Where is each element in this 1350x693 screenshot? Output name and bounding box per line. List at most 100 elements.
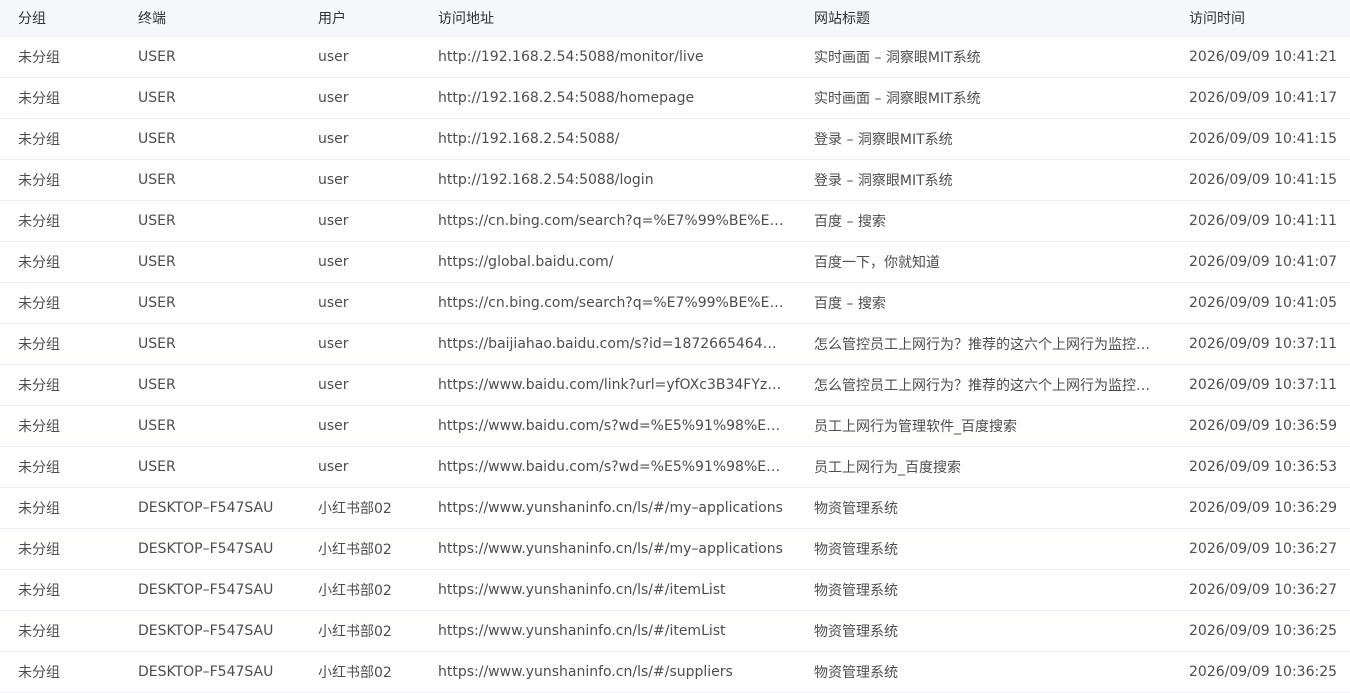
table-row[interactable]: 未分组 DESKTOP–F547SAU 小红书部02 https://www.y… [0, 652, 1350, 693]
table-row[interactable]: 未分组 USER user http://192.168.2.54:5088/l… [0, 160, 1350, 201]
cell-url: http://192.168.2.54:5088/monitor/live [438, 49, 704, 65]
table-row[interactable]: 未分组 USER user https://global.baidu.com/ … [0, 242, 1350, 283]
cell-terminal: USER [138, 172, 176, 188]
table-row[interactable]: 未分组 DESKTOP–F547SAU 小红书部02 https://www.y… [0, 570, 1350, 611]
cell-title: 物资管理系统 [814, 624, 898, 640]
cell-user: user [318, 49, 349, 65]
cell-title: 物资管理系统 [814, 501, 898, 517]
cell-group: 未分组 [18, 91, 60, 107]
cell-terminal: DESKTOP–F547SAU [138, 500, 274, 516]
cell-url: https://www.yunshaninfo.cn/ls/#/itemList [438, 623, 726, 639]
cell-user: user [318, 172, 349, 188]
cell-group: 未分组 [18, 50, 60, 66]
column-header-title[interactable]: 网站标题 [814, 8, 1189, 28]
column-header-time[interactable]: 访问时间 [1189, 8, 1350, 28]
cell-terminal: DESKTOP–F547SAU [138, 623, 274, 639]
cell-title: 怎么管控员工上网行为？推荐的这六个上网行为监控… [814, 378, 1150, 394]
column-header-url[interactable]: 访问地址 [438, 8, 814, 28]
web-access-log-table: 分组 终端 用户 访问地址 网站标题 访问时间 未分组 USER user ht… [0, 0, 1350, 693]
table-row[interactable]: 未分组 DESKTOP–F547SAU 小红书部02 https://www.y… [0, 611, 1350, 652]
cell-terminal: USER [138, 131, 176, 147]
cell-url: https://www.baidu.com/s?wd=%E5%91%98%E5… [438, 459, 790, 475]
cell-terminal: USER [138, 336, 176, 352]
table-row[interactable]: 未分组 DESKTOP–F547SAU 小红书部02 https://www.y… [0, 529, 1350, 570]
cell-user: user [318, 254, 349, 270]
table-row[interactable]: 未分组 USER user http://192.168.2.54:5088/h… [0, 78, 1350, 119]
cell-time: 2026/09/09 10:36:53 [1189, 459, 1338, 475]
cell-title: 百度 – 搜索 [814, 296, 886, 312]
cell-terminal: USER [138, 459, 176, 475]
cell-user: 小红书部02 [318, 583, 392, 599]
cell-url: https://www.yunshaninfo.cn/ls/#/my–appli… [438, 541, 783, 557]
table-row[interactable]: 未分组 USER user https://cn.bing.com/search… [0, 201, 1350, 242]
cell-url: https://www.yunshaninfo.cn/ls/#/my–appli… [438, 500, 783, 516]
cell-url: https://www.yunshaninfo.cn/ls/#/supplier… [438, 664, 733, 680]
table-row[interactable]: 未分组 USER user https://cn.bing.com/search… [0, 283, 1350, 324]
cell-time: 2026/09/09 10:36:29 [1189, 500, 1338, 516]
column-header-terminal[interactable]: 终端 [138, 8, 318, 28]
cell-user: user [318, 418, 349, 434]
table-row[interactable]: 未分组 USER user http://192.168.2.54:5088/ … [0, 119, 1350, 160]
cell-terminal: DESKTOP–F547SAU [138, 541, 274, 557]
cell-title: 物资管理系统 [814, 583, 898, 599]
cell-time: 2026/09/09 10:37:11 [1189, 377, 1338, 393]
cell-url: https://global.baidu.com/ [438, 254, 614, 270]
cell-title: 员工上网行为_百度搜索 [814, 460, 961, 476]
cell-url: https://cn.bing.com/search?q=%E7%99%BE%E… [438, 295, 793, 311]
table-header: 分组 终端 用户 访问地址 网站标题 访问时间 [0, 0, 1350, 37]
cell-time: 2026/09/09 10:36:27 [1189, 582, 1338, 598]
cell-time: 2026/09/09 10:41:17 [1189, 90, 1338, 106]
cell-group: 未分组 [18, 624, 60, 640]
cell-url: https://www.baidu.com/s?wd=%E5%91%98%E5… [438, 418, 790, 434]
cell-time: 2026/09/09 10:41:05 [1189, 295, 1338, 311]
cell-title: 登录 – 洞察眼MIT系统 [814, 132, 953, 148]
cell-url: https://baijiahao.baidu.com/s?id=1872665… [438, 336, 804, 352]
cell-group: 未分组 [18, 132, 60, 148]
column-header-group[interactable]: 分组 [0, 8, 138, 28]
cell-url: https://cn.bing.com/search?q=%E7%99%BE%E… [438, 213, 793, 229]
cell-group: 未分组 [18, 583, 60, 599]
cell-group: 未分组 [18, 214, 60, 230]
cell-time: 2026/09/09 10:36:25 [1189, 623, 1338, 639]
cell-user: 小红书部02 [318, 542, 392, 558]
cell-user: user [318, 336, 349, 352]
cell-time: 2026/09/09 10:41:07 [1189, 254, 1338, 270]
cell-time: 2026/09/09 10:37:11 [1189, 336, 1338, 352]
cell-group: 未分组 [18, 542, 60, 558]
table-row[interactable]: 未分组 USER user https://baijiahao.baidu.co… [0, 324, 1350, 365]
cell-title: 实时画面 – 洞察眼MIT系统 [814, 91, 981, 107]
table-row[interactable]: 未分组 USER user https://www.baidu.com/s?wd… [0, 406, 1350, 447]
cell-user: user [318, 90, 349, 106]
table-row[interactable]: 未分组 DESKTOP–F547SAU 小红书部02 https://www.y… [0, 488, 1350, 529]
cell-user: 小红书部02 [318, 665, 392, 681]
table-row[interactable]: 未分组 USER user http://192.168.2.54:5088/m… [0, 37, 1350, 78]
cell-user: user [318, 131, 349, 147]
cell-title: 怎么管控员工上网行为？推荐的这六个上网行为监控… [814, 337, 1150, 353]
cell-user: 小红书部02 [318, 624, 392, 640]
table-row[interactable]: 未分组 USER user https://www.baidu.com/link… [0, 365, 1350, 406]
cell-time: 2026/09/09 10:41:11 [1189, 213, 1338, 229]
cell-time: 2026/09/09 10:36:59 [1189, 418, 1338, 434]
cell-url: https://www.baidu.com/link?url=yfOXc3B34… [438, 377, 797, 393]
cell-user: user [318, 377, 349, 393]
cell-title: 百度一下，你就知道 [814, 255, 940, 271]
cell-user: 小红书部02 [318, 501, 392, 517]
cell-group: 未分组 [18, 173, 60, 189]
cell-url: https://www.yunshaninfo.cn/ls/#/itemList [438, 582, 726, 598]
cell-terminal: USER [138, 49, 176, 65]
cell-title: 员工上网行为管理软件_百度搜索 [814, 419, 1017, 435]
cell-terminal: USER [138, 418, 176, 434]
cell-group: 未分组 [18, 255, 60, 271]
cell-title: 登录 – 洞察眼MIT系统 [814, 173, 953, 189]
cell-time: 2026/09/09 10:36:27 [1189, 541, 1338, 557]
cell-time: 2026/09/09 10:36:25 [1189, 664, 1338, 680]
cell-terminal: USER [138, 295, 176, 311]
cell-group: 未分组 [18, 501, 60, 517]
cell-group: 未分组 [18, 665, 60, 681]
table-row[interactable]: 未分组 USER user https://www.baidu.com/s?wd… [0, 447, 1350, 488]
cell-group: 未分组 [18, 378, 60, 394]
cell-time: 2026/09/09 10:41:21 [1189, 49, 1338, 65]
cell-user: user [318, 295, 349, 311]
cell-user: user [318, 459, 349, 475]
column-header-user[interactable]: 用户 [318, 8, 438, 28]
